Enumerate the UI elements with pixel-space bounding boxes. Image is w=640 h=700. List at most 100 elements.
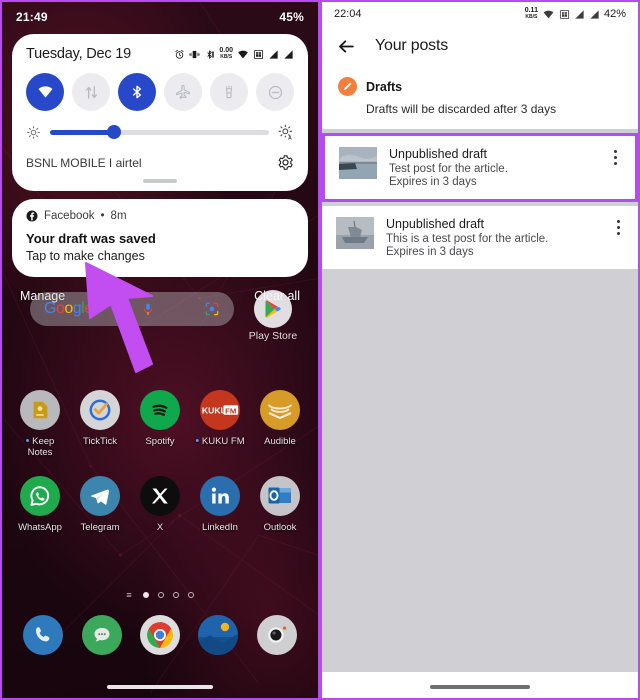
quick-tile-do-not-disturb[interactable] <box>256 73 294 111</box>
app-row-2: WhatsApp Telegram X LinkedIn Outlook <box>2 476 318 533</box>
brightness-fill <box>50 129 114 135</box>
page-dot-3[interactable] <box>172 592 179 598</box>
notification-header: Facebook • 8m <box>26 210 294 222</box>
right-status-battery: 42% <box>603 8 626 20</box>
app-label: • KUKU FM <box>195 435 245 448</box>
bluetooth-icon <box>132 85 142 99</box>
drafts-subtitle: Drafts will be discarded after 3 days <box>366 102 557 116</box>
screenshot-root: 21:49 45% Tuesday, Dec 19 0.00 KB/S A BS… <box>0 0 640 700</box>
left-status-time: 21:49 <box>16 10 48 24</box>
app-label: TickTick <box>82 436 118 447</box>
app-telegram[interactable]: Telegram <box>73 476 127 533</box>
post-item-draft-1[interactable]: Unpublished draft Test post for the arti… <box>322 133 638 202</box>
outlook-icon <box>260 476 300 517</box>
app-label: Telegram <box>80 522 120 534</box>
facebook-icon <box>26 210 38 222</box>
audible-icon <box>260 390 300 430</box>
left-status-bar: 21:49 45% <box>2 2 318 32</box>
left-phone-screen: 21:49 45% Tuesday, Dec 19 0.00 KB/S A BS… <box>0 0 320 700</box>
brightness-auto-icon: A <box>278 124 292 140</box>
quick-tile-bluetooth[interactable] <box>118 73 156 111</box>
post-text: Unpublished draft This is a test post fo… <box>386 217 598 258</box>
kuku-fm-icon: KUKU FM <box>200 390 240 430</box>
app-x[interactable]: X <box>133 476 187 533</box>
svg-text:KUKU: KUKU <box>202 405 227 415</box>
quick-tile-wifi[interactable] <box>26 73 64 111</box>
gear-icon[interactable] <box>277 154 294 171</box>
carrier-label: BSNL MOBILE I airtel <box>26 155 142 170</box>
post-body: This is a test post for the article. <box>386 233 549 245</box>
app-audible[interactable]: Audible <box>253 390 307 458</box>
microphone-icon[interactable] <box>141 301 155 317</box>
app-grid: • Keep Notes TickTick Spotify KUKU FM • … <box>2 390 318 551</box>
page-dot-2[interactable] <box>157 592 164 598</box>
kebab-menu-icon[interactable] <box>607 147 623 165</box>
page-dot-1[interactable] <box>142 592 149 598</box>
post-title: Unpublished draft <box>386 217 484 231</box>
play-store-icon[interactable] <box>254 290 292 328</box>
app-drawer-icon[interactable]: ≡ <box>126 590 131 600</box>
app-linkedin[interactable]: LinkedIn <box>193 476 247 533</box>
panel-drag-handle[interactable] <box>143 179 177 183</box>
svg-text:FM: FM <box>225 406 236 415</box>
quick-settings-date: Tuesday, Dec 19 <box>26 46 131 62</box>
page-dot-4[interactable] <box>187 592 194 598</box>
brightness-knob[interactable] <box>106 125 121 139</box>
post-text: Unpublished draft Test post for the arti… <box>389 147 595 188</box>
facebook-notification-card[interactable]: Facebook • 8m Your draft was saved Tap t… <box>12 199 308 277</box>
app-outlook[interactable]: Outlook <box>253 476 307 533</box>
notification-separator: • <box>100 210 105 222</box>
linkedin-icon <box>200 476 240 517</box>
alarm-icon <box>175 49 184 59</box>
gallery-icon[interactable] <box>198 615 239 655</box>
signal-2-icon <box>284 49 293 59</box>
play-store-label: Play Store <box>248 330 298 342</box>
app-label: WhatsApp <box>18 522 62 534</box>
post-item-draft-2[interactable]: Unpublished draft This is a test post fo… <box>322 206 638 269</box>
wifi-icon <box>238 50 248 58</box>
right-status-time: 22:04 <box>334 8 362 20</box>
sim-icon <box>559 9 570 19</box>
brightness-slider[interactable]: A <box>26 124 294 140</box>
quick-tile-airplane-mode[interactable] <box>164 73 202 111</box>
whatsapp-icon <box>20 476 60 517</box>
quick-tile-flashlight[interactable] <box>210 73 248 111</box>
google-lens-icon[interactable] <box>204 301 220 317</box>
spotify-icon <box>140 390 180 430</box>
phone-icon[interactable] <box>23 615 64 655</box>
post-title: Unpublished draft <box>389 147 487 161</box>
app-label: • Keep Notes <box>25 435 55 459</box>
signal-1-icon <box>269 49 278 59</box>
app-ticktick[interactable]: TickTick <box>73 390 127 458</box>
post-thumbnail <box>336 217 374 249</box>
app-label: Audible <box>264 436 296 447</box>
app-kuku-fm[interactable]: KUKU FM • KUKU FM <box>193 390 247 458</box>
camera-icon[interactable] <box>256 615 297 655</box>
play-store-glyph <box>265 300 281 318</box>
notification-app-name: Facebook <box>44 210 95 222</box>
google-search-bar[interactable]: Google <box>30 292 234 326</box>
messages-icon[interactable] <box>81 615 122 655</box>
wifi-icon <box>543 10 554 18</box>
back-arrow-icon[interactable] <box>336 37 357 56</box>
app-keep-notes[interactable]: • Keep Notes <box>13 390 67 458</box>
home-page-indicator: ≡ <box>2 590 318 600</box>
quick-tile-mobile-data[interactable] <box>72 73 110 111</box>
do-not-disturb-icon <box>268 85 282 99</box>
quick-settings-panel: Tuesday, Dec 19 0.00 KB/S A BSNL MOBILE … <box>12 34 308 191</box>
google-logo: Google <box>44 300 93 317</box>
post-body: Test post for the article. <box>389 163 508 175</box>
brightness-track[interactable] <box>50 125 269 139</box>
drafts-title: Drafts <box>366 79 403 94</box>
app-label: Spotify <box>145 436 175 447</box>
airplane-icon <box>176 84 190 99</box>
app-whatsapp[interactable]: WhatsApp <box>13 476 67 533</box>
gesture-nav-bar-left[interactable] <box>107 685 213 689</box>
sim-icon <box>253 49 264 59</box>
app-spotify[interactable]: Spotify <box>133 390 187 458</box>
wifi-icon <box>38 86 52 98</box>
kebab-menu-icon[interactable] <box>610 217 626 235</box>
bluetooth-icon <box>207 49 215 59</box>
gesture-nav-bar-right[interactable] <box>430 685 530 689</box>
chrome-icon[interactable] <box>139 615 180 655</box>
